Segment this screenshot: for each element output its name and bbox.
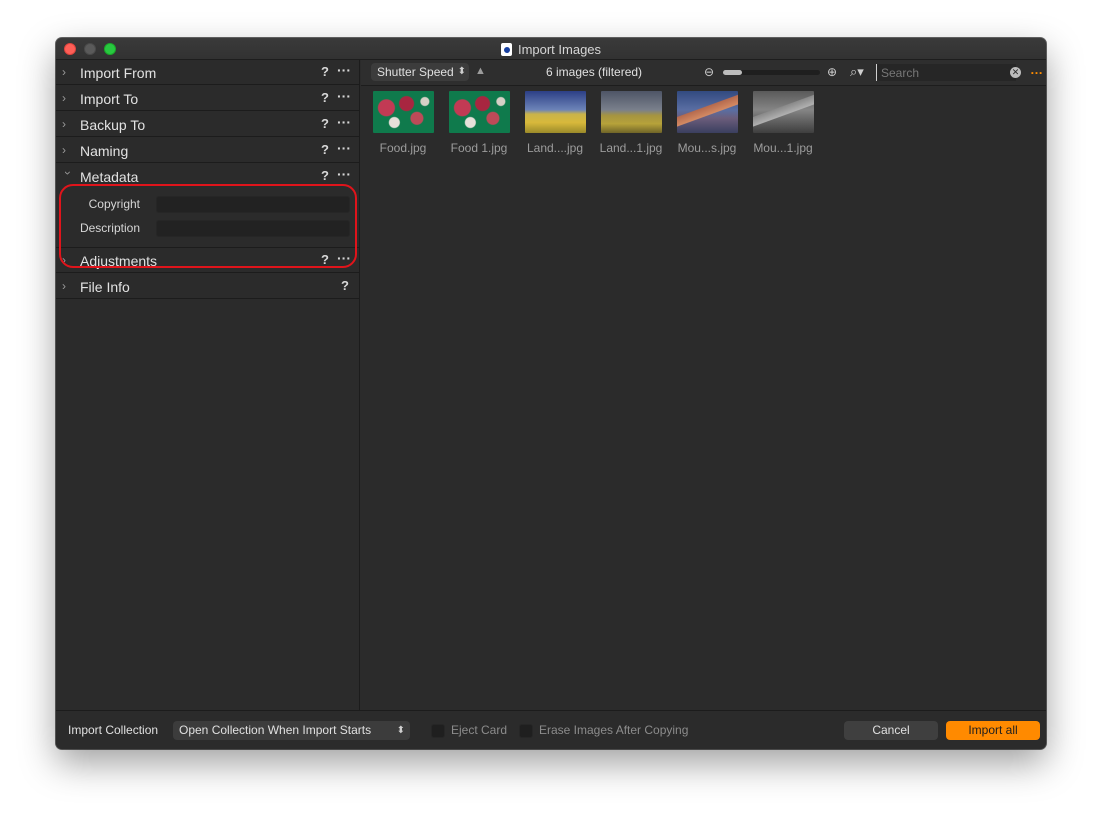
window-title-text: Import Images xyxy=(517,41,602,57)
chevron-right-icon[interactable]: › xyxy=(62,118,72,130)
section-backup-to[interactable]: › Backup To ? ··· xyxy=(56,112,359,137)
import-collection-select[interactable]: Open Collection When Import Starts ⬍ xyxy=(173,721,410,740)
thumbnail-image[interactable] xyxy=(601,91,662,133)
search-input[interactable] xyxy=(876,64,1016,81)
thumbnail-grid: Food.jpg Food 1.jpg Land....jpg Land...1… xyxy=(361,87,1046,710)
up-down-chevron-icon: ⬍ xyxy=(457,66,466,77)
chevron-right-icon[interactable]: › xyxy=(62,254,72,266)
thumbnail-item[interactable]: Land....jpg xyxy=(519,91,591,163)
chevron-right-icon[interactable]: › xyxy=(62,66,72,78)
more-options-icon[interactable]: ··· xyxy=(337,114,351,130)
section-naming[interactable]: › Naming ? ··· xyxy=(56,138,359,163)
description-field[interactable] xyxy=(156,220,350,237)
copyright-field[interactable] xyxy=(156,196,350,213)
copyright-label: Copyright xyxy=(88,197,140,211)
erase-images-label[interactable]: Erase Images After Copying xyxy=(539,723,688,737)
thumbnail-item[interactable]: Mou...s.jpg xyxy=(671,91,743,163)
zoom-in-icon[interactable]: ⊕ xyxy=(827,65,837,79)
section-metadata: › Metadata ? ··· Copyright Description xyxy=(56,164,359,248)
chevron-down-icon[interactable]: › xyxy=(61,171,75,181)
section-adjustments[interactable]: › Adjustments ? ··· xyxy=(56,248,359,273)
help-icon[interactable]: ? xyxy=(321,142,329,157)
thumbnail-image[interactable] xyxy=(373,91,434,133)
import-window: Import Images › Import From ? ··· › Impo… xyxy=(56,38,1046,749)
title-bar: Import Images xyxy=(56,38,1046,60)
thumbnail-image[interactable] xyxy=(449,91,510,133)
section-label[interactable]: Metadata xyxy=(80,169,138,185)
eject-card-label[interactable]: Eject Card xyxy=(451,723,507,737)
thumbnail-item[interactable]: Land...1.jpg xyxy=(595,91,667,163)
more-options-icon[interactable]: ··· xyxy=(337,166,351,182)
import-footer: Import Collection Open Collection When I… xyxy=(56,710,1046,749)
section-label: Backup To xyxy=(80,117,146,133)
thumbnail-image[interactable] xyxy=(525,91,586,133)
more-options-icon[interactable]: … xyxy=(1030,62,1043,77)
help-icon[interactable]: ? xyxy=(321,116,329,131)
section-label: Naming xyxy=(80,143,129,159)
search-icon[interactable]: ⌕▾ xyxy=(850,64,864,80)
thumbnail-size-slider[interactable] xyxy=(723,70,820,75)
zoom-out-icon[interactable]: ⊖ xyxy=(704,65,714,79)
import-collection-label: Import Collection xyxy=(68,723,159,737)
erase-images-checkbox[interactable] xyxy=(519,724,533,738)
thumbnail-item[interactable]: Food 1.jpg xyxy=(443,91,515,163)
section-file-info[interactable]: › File Info ? xyxy=(56,274,359,299)
sort-by-select[interactable]: Shutter Speed ⬍ xyxy=(371,63,469,81)
chevron-right-icon[interactable]: › xyxy=(62,144,72,156)
help-icon[interactable]: ? xyxy=(321,90,329,105)
thumbnail-item[interactable]: Mou...1.jpg xyxy=(747,91,819,163)
image-count: 6 images (filtered) xyxy=(546,65,643,79)
import-all-button[interactable]: Import all xyxy=(946,721,1040,740)
section-label: Import To xyxy=(80,91,139,107)
thumbnail-filename: Food 1.jpg xyxy=(450,141,508,155)
thumbnail-filename: Land....jpg xyxy=(526,141,584,155)
help-icon[interactable]: ? xyxy=(341,278,349,293)
thumbnail-filename: Mou...1.jpg xyxy=(753,141,813,155)
browser-toolbar: Shutter Speed ⬍ ▲ 6 images (filtered) ⊖ … xyxy=(361,60,1046,86)
sort-ascending-icon[interactable]: ▲ xyxy=(475,65,486,77)
capture-one-icon xyxy=(500,42,512,56)
thumbnail-image[interactable] xyxy=(677,91,738,133)
help-icon[interactable]: ? xyxy=(321,168,329,183)
more-options-icon[interactable]: ··· xyxy=(337,88,351,104)
window-title: Import Images xyxy=(56,38,1046,60)
slider-fill xyxy=(723,70,743,75)
more-options-icon[interactable]: ··· xyxy=(337,140,351,156)
eject-card-checkbox[interactable] xyxy=(431,724,445,738)
section-import-from[interactable]: › Import From ? ··· xyxy=(56,60,359,85)
section-label: Adjustments xyxy=(80,253,158,269)
more-options-icon[interactable]: ··· xyxy=(337,250,351,266)
cancel-button[interactable]: Cancel xyxy=(844,721,938,740)
thumbnail-filename: Land...1.jpg xyxy=(599,141,663,155)
up-down-chevron-icon: ⬍ xyxy=(396,725,405,736)
thumbnail-filename: Mou...s.jpg xyxy=(677,141,737,155)
help-icon[interactable]: ? xyxy=(321,64,329,79)
description-label: Description xyxy=(79,221,140,235)
chevron-right-icon[interactable]: › xyxy=(62,280,72,292)
clear-search-icon[interactable]: ✕ xyxy=(1010,67,1021,78)
thumbnail-filename: Food.jpg xyxy=(379,141,427,155)
chevron-right-icon[interactable]: › xyxy=(62,92,72,104)
section-import-to[interactable]: › Import To ? ··· xyxy=(56,86,359,111)
thumbnail-image[interactable] xyxy=(753,91,814,133)
sort-by-value: Shutter Speed xyxy=(377,65,454,79)
help-icon[interactable]: ? xyxy=(321,252,329,267)
section-label: File Info xyxy=(80,279,130,295)
thumbnail-item[interactable]: Food.jpg xyxy=(367,91,439,163)
section-label: Import From xyxy=(80,65,157,81)
import-collection-value: Open Collection When Import Starts xyxy=(179,723,372,737)
import-settings-panel: › Import From ? ··· › Import To ? ··· › … xyxy=(56,60,360,710)
more-options-icon[interactable]: ··· xyxy=(337,62,351,78)
